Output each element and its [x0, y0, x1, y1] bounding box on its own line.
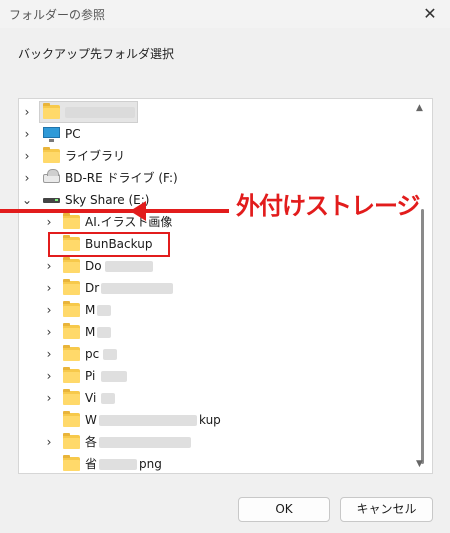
scroll-up-icon[interactable]: ▲	[416, 103, 423, 113]
tree-item-label: pc	[85, 347, 100, 361]
tree-item-label: PC	[65, 127, 81, 141]
folder-icon	[63, 433, 80, 449]
blurred-label	[105, 261, 153, 272]
folder-tree[interactable]: › › PC › ライブラリ › BD-RE ドライブ (F:) ⌄ Sky S…	[18, 98, 433, 474]
tree-item-label: BD-RE ドライブ (F:)	[65, 171, 178, 185]
chevron-right-icon[interactable]: ›	[43, 365, 55, 387]
tree-item-label: Vi	[85, 391, 97, 405]
tree-item[interactable]: › M	[19, 299, 419, 321]
folder-icon	[63, 367, 80, 383]
chevron-right-icon[interactable]: ›	[43, 277, 55, 299]
folder-icon	[63, 455, 80, 471]
chevron-slot	[43, 453, 55, 473]
close-icon[interactable]: ✕	[416, 2, 444, 26]
chevron-slot	[43, 409, 55, 431]
folder-icon	[43, 147, 60, 163]
blurred-label	[99, 415, 197, 426]
scroll-down-icon[interactable]: ▼	[416, 459, 423, 469]
chevron-right-icon[interactable]: ›	[43, 387, 55, 409]
chevron-right-icon[interactable]: ›	[43, 321, 55, 343]
tree-item-label-suffix: kup	[199, 413, 221, 427]
tree-item[interactable]: › pc	[19, 343, 419, 365]
tree-item-pc[interactable]: › PC	[19, 123, 419, 145]
drive-icon	[43, 198, 60, 203]
tree-item[interactable]: 省 png	[19, 453, 419, 473]
cancel-button[interactable]: キャンセル	[340, 497, 433, 522]
scrollbar-thumb[interactable]	[421, 209, 424, 464]
chevron-right-icon[interactable]: ›	[43, 431, 55, 453]
tree-item-label: ライブラリ	[65, 149, 126, 163]
tree-item-label: 各	[85, 435, 98, 449]
annotation-arrow-line	[0, 209, 140, 213]
instruction-text: バックアップ先フォルダ選択	[18, 47, 175, 61]
folder-icon	[63, 279, 80, 295]
chevron-right-icon[interactable]: ›	[43, 255, 55, 277]
chevron-right-icon[interactable]: ›	[21, 101, 33, 123]
folder-icon	[63, 411, 80, 427]
blurred-label	[101, 393, 115, 404]
folder-icon	[63, 323, 80, 339]
chevron-right-icon[interactable]: ›	[43, 211, 55, 233]
titlebar: フォルダーの参照 ✕	[0, 0, 450, 28]
folder-icon	[63, 213, 80, 229]
blurred-label	[99, 459, 137, 470]
tree-item-label: 省	[85, 457, 98, 471]
annotation-arrow-line	[144, 209, 229, 213]
chevron-down-icon[interactable]: ⌄	[21, 189, 33, 211]
tree-item[interactable]: W kup	[19, 409, 419, 431]
folder-icon	[63, 345, 80, 361]
tree-item[interactable]: ›	[19, 101, 419, 123]
tree-item[interactable]: › Vi	[19, 387, 419, 409]
folder-icon	[63, 257, 80, 273]
tree-item-label-suffix: png	[139, 457, 162, 471]
folder-icon	[63, 389, 80, 405]
pc-icon	[43, 127, 60, 142]
folder-icon	[43, 103, 60, 119]
ok-button[interactable]: OK	[238, 497, 330, 522]
chevron-right-icon[interactable]: ›	[21, 167, 33, 189]
blurred-label	[65, 107, 135, 118]
window-title: フォルダーの参照	[9, 8, 106, 22]
blurred-label	[103, 349, 117, 360]
blurred-label	[97, 327, 111, 338]
blurred-label	[99, 437, 191, 448]
chevron-right-icon[interactable]: ›	[43, 299, 55, 321]
blurred-label	[101, 371, 127, 382]
tree-item[interactable]: › Dr	[19, 277, 419, 299]
tree-item-label: AI.イラスト画像	[85, 215, 173, 229]
tree-item-label: M	[85, 303, 96, 317]
blurred-label	[101, 283, 173, 294]
chevron-right-icon[interactable]: ›	[21, 145, 33, 167]
highlight-box	[48, 232, 170, 257]
annotation-label: 外付けストレージ	[236, 192, 421, 220]
tree-item-library[interactable]: › ライブラリ	[19, 145, 419, 167]
tree-item-label: M	[85, 325, 96, 339]
tree-item[interactable]: › 各	[19, 431, 419, 453]
bd-drive-icon	[43, 169, 60, 183]
chevron-right-icon[interactable]: ›	[43, 343, 55, 365]
chevron-right-icon[interactable]: ›	[21, 123, 33, 145]
blurred-label	[97, 305, 111, 316]
tree-item[interactable]: › Pi	[19, 365, 419, 387]
tree-item[interactable]: › Do	[19, 255, 419, 277]
tree-item-label: Do	[85, 259, 102, 273]
folder-icon	[63, 301, 80, 317]
tree-item-label: Pi	[85, 369, 96, 383]
tree-item-label: Dr	[85, 281, 100, 295]
tree-item-label: W	[85, 413, 97, 427]
tree-item[interactable]: › M	[19, 321, 419, 343]
